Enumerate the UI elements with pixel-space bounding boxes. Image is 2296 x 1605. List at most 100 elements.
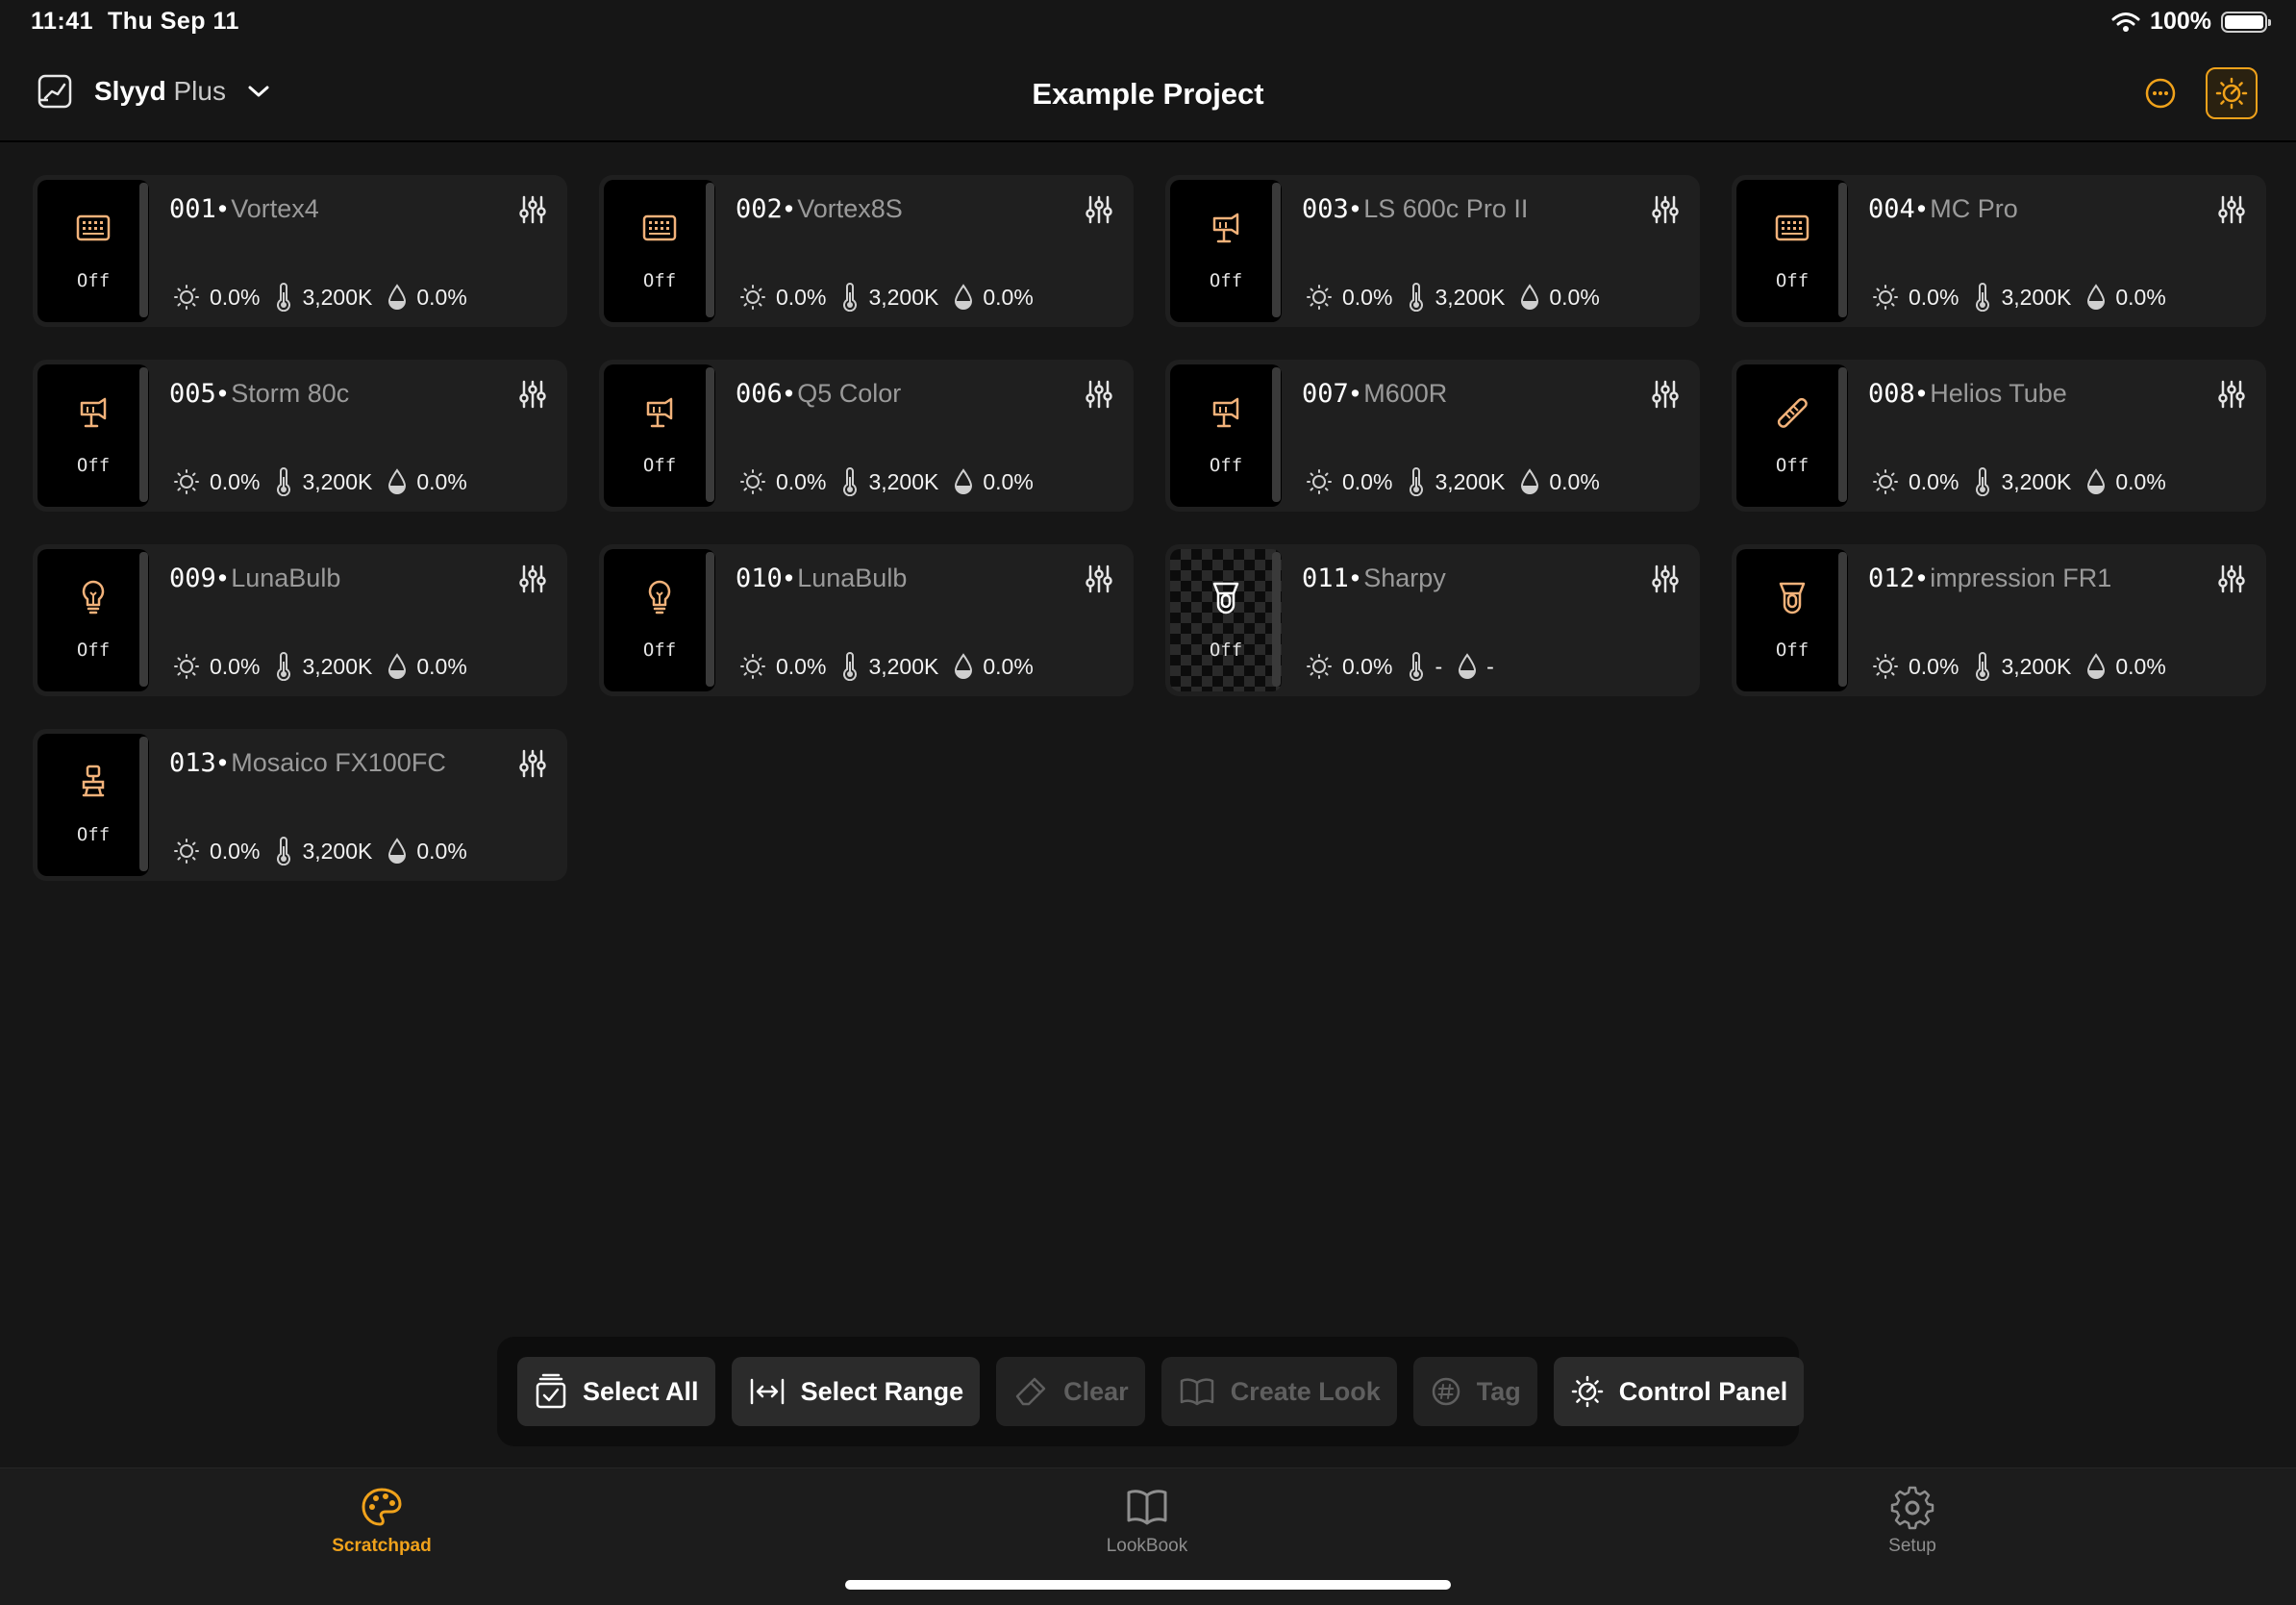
- fixture-card-009[interactable]: Off 009• LunaBulb 0.0% 3,200K 0.0%: [33, 544, 567, 696]
- cct-stat: 3,200K: [275, 837, 372, 865]
- tab-setup[interactable]: Setup: [1797, 1486, 2028, 1557]
- fixture-card-008[interactable]: Off 008• Helios Tube 0.0% 3,200K 0.0%: [1732, 360, 2266, 512]
- cct-stat: 3,200K: [275, 467, 372, 496]
- adjust-sliders-button[interactable]: [1084, 379, 1114, 410]
- spotlight-icon: [74, 393, 112, 432]
- saturation-stat: 0.0%: [2086, 653, 2166, 680]
- adjust-sliders-button[interactable]: [1650, 564, 1681, 594]
- sliders-icon: [1086, 195, 1112, 224]
- saturation-value: 0.0%: [2115, 284, 2166, 310]
- fixture-title: 007• M600R: [1302, 379, 1447, 409]
- spotlight-icon: [1207, 209, 1245, 247]
- adjust-sliders-button[interactable]: [517, 748, 548, 779]
- drop-icon: [1459, 653, 1477, 679]
- fixture-title: 002• Vortex8S: [736, 194, 903, 224]
- fixture-card-013[interactable]: Off 013• Mosaico FX100FC 0.0% 3,200K 0.0…: [33, 729, 567, 881]
- adjust-sliders-button[interactable]: [1084, 194, 1114, 225]
- fixture-state: Off: [76, 270, 111, 291]
- saturation-value: 0.0%: [983, 284, 1034, 310]
- adjust-sliders-button[interactable]: [2216, 379, 2247, 410]
- status-date: Thu Sep 11: [107, 8, 239, 35]
- cct-stat: 3,200K: [1408, 467, 1505, 496]
- fixture-model: Storm 80c: [231, 379, 350, 408]
- fixture-card-002[interactable]: Off 002• Vortex8S 0.0% 3,200K 0.0%: [599, 175, 1134, 327]
- drop-icon: [388, 284, 407, 310]
- adjust-sliders-button[interactable]: [1650, 194, 1681, 225]
- fixture-card-012[interactable]: Off 012• impression FR1 0.0% 3,200K 0.0%: [1732, 544, 2266, 696]
- spotlight-icon: [640, 393, 679, 432]
- home-indicator: [845, 1580, 1451, 1590]
- thermometer-icon: [277, 837, 291, 865]
- fixture-stats: 0.0% 3,200K 0.0%: [173, 467, 483, 496]
- cct-stat: 3,200K: [275, 652, 372, 681]
- cct-value: 3,200K: [2001, 653, 2072, 679]
- separator-dot: •: [1350, 194, 1360, 223]
- bulb-icon: [74, 578, 112, 616]
- saturation-value: 0.0%: [416, 838, 467, 864]
- fixture-stats: 0.0% 3,200K 0.0%: [739, 652, 1049, 681]
- fixture-card-006[interactable]: Off 006• Q5 Color 0.0% 3,200K 0.0%: [599, 360, 1134, 512]
- intensity-stat: 0.0%: [173, 468, 260, 495]
- adjust-sliders-button[interactable]: [1084, 564, 1114, 594]
- fixture-number: 001: [169, 194, 216, 224]
- clear-label: Clear: [1063, 1376, 1129, 1406]
- tab-lookbook[interactable]: LookBook: [1032, 1486, 1262, 1557]
- adjust-sliders-button[interactable]: [2216, 194, 2247, 225]
- drop-icon: [955, 284, 973, 310]
- separator-dot: •: [1350, 379, 1360, 408]
- intensity-stat: 0.0%: [173, 838, 260, 865]
- fixture-state: Off: [1775, 455, 1809, 476]
- control-panel-button[interactable]: Control Panel: [1553, 1357, 1805, 1426]
- adjust-sliders-button[interactable]: [2216, 564, 2247, 594]
- clear-button[interactable]: Clear: [996, 1357, 1145, 1426]
- tab-scratchpad-label: Scratchpad: [332, 1536, 432, 1556]
- adjust-sliders-button[interactable]: [1650, 379, 1681, 410]
- tag-button[interactable]: Tag: [1412, 1357, 1537, 1426]
- more-options-icon[interactable]: [2144, 77, 2177, 110]
- fixture-card-001[interactable]: Off 001• Vortex4 0.0% 3,200K 0.0%: [33, 175, 567, 327]
- drop-icon: [2087, 468, 2106, 494]
- tube-icon: [1773, 393, 1811, 432]
- fixture-title: 004• MC Pro: [1868, 194, 2018, 224]
- fixture-thumbnail: Off: [37, 549, 149, 691]
- fixture-title: 009• LunaBulb: [169, 564, 340, 593]
- panel-icon: [1773, 209, 1811, 247]
- adjust-sliders-button[interactable]: [517, 564, 548, 594]
- fixture-card-010[interactable]: Off 010• LunaBulb 0.0% 3,200K 0.0%: [599, 544, 1134, 696]
- select-range-button[interactable]: Select Range: [731, 1357, 981, 1426]
- adjust-sliders-button[interactable]: [517, 194, 548, 225]
- cct-value: 3,200K: [868, 284, 939, 310]
- fixture-card-004[interactable]: Off 004• MC Pro 0.0% 3,200K 0.0%: [1732, 175, 2266, 327]
- fixture-thumbnail: Off: [1170, 180, 1282, 322]
- sliders-icon: [519, 564, 546, 593]
- select-all-button[interactable]: Select All: [517, 1357, 715, 1426]
- intensity-stat: 0.0%: [1306, 468, 1392, 495]
- fixture-card-011[interactable]: Off 011• Sharpy 0.0% - -: [1165, 544, 1700, 696]
- create-look-button[interactable]: Create Look: [1160, 1357, 1397, 1426]
- fixture-stats: 0.0% 3,200K 0.0%: [173, 837, 483, 865]
- fixture-thumbnail: Off: [1170, 364, 1282, 507]
- separator-dot: •: [1350, 564, 1360, 592]
- fixture-card-005[interactable]: Off 005• Storm 80c 0.0% 3,200K 0.0%: [33, 360, 567, 512]
- fixture-card-003[interactable]: Off 003• LS 600c Pro II 0.0% 3,200K 0.0%: [1165, 175, 1700, 327]
- tab-scratchpad[interactable]: Scratchpad: [266, 1486, 497, 1557]
- fixture-card-007[interactable]: Off 007• M600R 0.0% 3,200K 0.0%: [1165, 360, 1700, 512]
- fixture-stats: 0.0% - -: [1306, 652, 1510, 681]
- nav-actions: [2144, 67, 2258, 119]
- separator-dot: •: [217, 379, 228, 408]
- fixture-number: 006: [736, 379, 783, 409]
- tag-label: Tag: [1476, 1376, 1521, 1406]
- cct-value: 3,200K: [1435, 284, 1506, 310]
- control-panel-toggle-button[interactable]: [2206, 67, 2258, 119]
- fixture-number: 008: [1868, 379, 1915, 409]
- saturation-stat: 0.0%: [2086, 468, 2166, 495]
- status-clock: 11:41 Thu Sep 11: [31, 8, 239, 36]
- saturation-value: 0.0%: [2115, 653, 2166, 679]
- brightness-icon: [1307, 285, 1332, 310]
- fixture-title: 010• LunaBulb: [736, 564, 907, 593]
- fixture-stats: 0.0% 3,200K 0.0%: [173, 283, 483, 312]
- fixture-number: 005: [169, 379, 216, 409]
- adjust-sliders-button[interactable]: [517, 379, 548, 410]
- fixture-thumbnail: Off: [37, 180, 149, 322]
- intensity-stat: 0.0%: [1872, 468, 1959, 495]
